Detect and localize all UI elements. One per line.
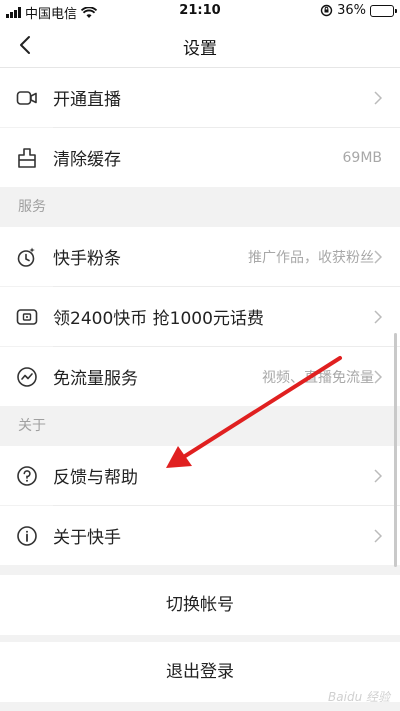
question-icon <box>17 466 37 486</box>
camera-icon <box>16 91 37 105</box>
broom-icon <box>18 148 36 168</box>
row-label: 领2400快币 抢1000元话费 <box>53 309 264 329</box>
nav-bar: 设置 <box>0 22 400 68</box>
row-value: 推广作品，收获粉丝 <box>248 249 374 266</box>
settings-row-free-data[interactable]: 免流量服务 视频、直播免流量 <box>0 347 400 406</box>
battery-percent: 36% <box>337 3 366 18</box>
data-icon <box>17 367 37 387</box>
section-header-service: 服务 <box>0 187 400 227</box>
row-label: 清除缓存 <box>53 150 121 170</box>
scrollbar[interactable] <box>394 333 397 567</box>
page-title: 设置 <box>183 39 217 59</box>
chevron-right-icon <box>374 529 382 543</box>
battery-icon <box>370 4 397 17</box>
switch-account-button[interactable]: 切换帐号 <box>0 575 400 635</box>
chevron-right-icon <box>374 310 382 324</box>
coupon-icon <box>16 309 38 325</box>
cache-size-value: 69MB <box>342 149 383 166</box>
row-label: 反馈与帮助 <box>53 468 138 488</box>
chevron-right-icon <box>374 370 382 384</box>
settings-row-about[interactable]: 关于快手 <box>0 506 400 565</box>
row-label: 免流量服务 <box>53 369 138 389</box>
orientation-lock-icon <box>320 4 333 17</box>
chevron-right-icon <box>374 250 382 264</box>
chevron-right-icon <box>374 91 382 105</box>
settings-row-boost[interactable]: 快手粉条 推广作品，收获粉丝 <box>0 227 400 286</box>
section-header-about: 关于 <box>0 406 400 446</box>
status-bar: 中国电信 21:10 36% <box>0 0 400 22</box>
row-label: 关于快手 <box>53 528 121 548</box>
settings-row-coupon[interactable]: 领2400快币 抢1000元话费 <box>0 287 400 346</box>
row-label: 开通直播 <box>53 90 121 110</box>
chevron-right-icon <box>374 469 382 483</box>
settings-row-feedback[interactable]: 反馈与帮助 <box>0 446 400 505</box>
settings-row-clear-cache[interactable]: 清除缓存 69MB <box>0 128 400 187</box>
watermark: Baidu 经验 <box>328 690 390 704</box>
row-value: 视频、直播免流量 <box>262 369 374 386</box>
boost-icon <box>17 247 35 267</box>
row-label: 快手粉条 <box>53 249 121 269</box>
info-icon <box>17 526 37 546</box>
settings-row-live[interactable]: 开通直播 <box>0 68 400 127</box>
